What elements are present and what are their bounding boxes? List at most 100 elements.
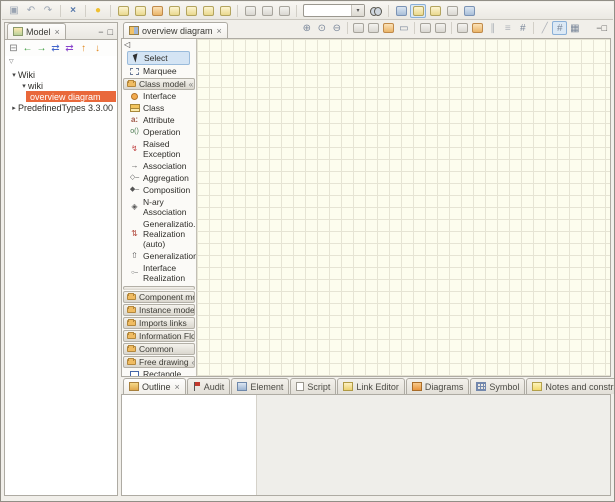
zoom-out-icon[interactable]: ⊖: [329, 21, 344, 35]
link-with-editor-icon[interactable]: [427, 4, 443, 18]
move-up-icon[interactable]: ↑: [77, 42, 90, 55]
close-icon[interactable]: ×: [217, 26, 222, 36]
move-down-icon[interactable]: ↓: [91, 42, 104, 55]
tip-lightbulb-icon[interactable]: ●: [90, 4, 106, 18]
group-pin-icon[interactable]: «: [189, 80, 193, 89]
sync-selection-icon[interactable]: ⇄: [49, 42, 62, 55]
palette-group-partial[interactable]: [123, 286, 195, 290]
close-icon[interactable]: ×: [55, 27, 60, 37]
palette-tool-select[interactable]: Select: [127, 51, 190, 65]
element-action-icon-3[interactable]: [276, 4, 292, 18]
collapse-all-icon[interactable]: ⊟: [7, 42, 20, 55]
palette-group-free-drawing[interactable]: Free drawing «: [123, 356, 195, 368]
save-image-icon[interactable]: [366, 21, 381, 35]
tree-item-overview-diagram[interactable]: overview diagram: [26, 91, 116, 102]
maximize-icon[interactable]: □: [108, 28, 113, 36]
palette-tool-generalization[interactable]: ⇧ Generalization: [122, 250, 196, 262]
tree-item-wiki-project[interactable]: ▾ Wiki: [5, 69, 117, 80]
close-icon[interactable]: ×: [175, 382, 180, 392]
model-element-icon-4[interactable]: [217, 4, 233, 18]
undo-icon[interactable]: ↶: [23, 4, 39, 18]
search-combo-input[interactable]: [304, 6, 351, 15]
export-image-icon[interactable]: [381, 21, 396, 35]
pin-toggle-icon[interactable]: [410, 4, 426, 18]
palette-tool-attribute[interactable]: a: Attribute: [122, 114, 196, 126]
hatch-grid-icon[interactable]: #: [515, 21, 530, 35]
tab-element[interactable]: Element: [231, 378, 289, 394]
tab-overview-diagram[interactable]: overview diagram ×: [123, 22, 228, 38]
element-action-icon-1[interactable]: [242, 4, 258, 18]
tab-link-editor[interactable]: Link Editor: [337, 378, 405, 394]
snap-to-grid-icon[interactable]: #: [552, 21, 567, 35]
mask-style-icon[interactable]: [418, 21, 433, 35]
align-left-icon[interactable]: [455, 21, 470, 35]
maximize-icon[interactable]: □: [602, 24, 607, 32]
tree-item-wiki-package[interactable]: ▾ wiki: [5, 80, 117, 91]
model-element-icon-2[interactable]: [183, 4, 199, 18]
tab-outline[interactable]: Outline ×: [123, 378, 186, 394]
model-element-icon-1[interactable]: [166, 4, 182, 18]
configure-tools-icon[interactable]: ×: [65, 4, 81, 18]
distribute-h-icon[interactable]: ∥: [485, 21, 500, 35]
view-menu-icon[interactable]: ▽: [9, 58, 14, 65]
palette-group-component-model[interactable]: Component mo...: [123, 291, 195, 303]
palette-tool-association[interactable]: → Association: [122, 160, 196, 172]
distribute-v-icon[interactable]: ≡: [500, 21, 515, 35]
tab-symbol[interactable]: Symbol: [470, 378, 525, 394]
show-grid-icon[interactable]: ▦: [567, 21, 582, 35]
palette-tool-generalization-realization-auto[interactable]: ⇅ Generalizatio... Realization (auto): [122, 218, 196, 250]
palette-tool-rectangle[interactable]: Rectangle: [122, 368, 196, 376]
palette-group-instance-model[interactable]: Instance model: [123, 304, 195, 316]
palette-tool-operation[interactable]: o() Operation: [122, 126, 196, 138]
combo-caret-icon[interactable]: ▾: [351, 5, 364, 16]
expander-icon[interactable]: ▸: [10, 104, 18, 112]
tree-item-predefinedtypes[interactable]: ▸ PredefinedTypes 3.3.00: [5, 102, 117, 113]
palette-group-class-model[interactable]: Class model «: [123, 78, 195, 90]
redo-icon[interactable]: ↷: [40, 4, 56, 18]
zoom-in-icon[interactable]: ⊕: [299, 21, 314, 35]
minimize-icon[interactable]: −: [98, 28, 103, 36]
palette-tool-marquee[interactable]: Marquee: [122, 65, 196, 77]
model-element-icon-3[interactable]: [200, 4, 216, 18]
palette-collapse-icon[interactable]: ◁: [124, 40, 130, 49]
palette-tool-nary-association[interactable]: ◈ N-ary Association: [122, 196, 196, 218]
sync-model-icon[interactable]: ⇄: [63, 42, 76, 55]
find-binoculars-icon[interactable]: [368, 4, 384, 18]
search-combo[interactable]: ▾: [303, 4, 365, 17]
new-diagram-icon-3[interactable]: [149, 4, 165, 18]
zoom-100-icon[interactable]: ⊙: [314, 21, 329, 35]
diagram-canvas[interactable]: [197, 39, 610, 376]
unmask-style-icon[interactable]: [433, 21, 448, 35]
palette-group-imports-links[interactable]: Imports links: [123, 317, 195, 329]
palette-tool-class[interactable]: Class: [122, 102, 196, 114]
palette-tool-interface[interactable]: Interface: [122, 90, 196, 102]
edit-style-pencil-icon[interactable]: ╱: [537, 21, 552, 35]
outline-view-content[interactable]: [122, 395, 257, 495]
tab-notes-and-constraints[interactable]: Notes and constraints: [526, 378, 615, 394]
align-top-icon[interactable]: [470, 21, 485, 35]
fit-page-icon[interactable]: ▭: [396, 21, 411, 35]
tab-script[interactable]: Script: [290, 378, 336, 394]
palette-tool-interface-realization[interactable]: ○– Interface Realization: [122, 262, 196, 284]
table-view-icon[interactable]: [461, 4, 477, 18]
save-icon[interactable]: ▣: [6, 4, 22, 18]
group-pin-icon[interactable]: «: [192, 358, 195, 367]
palette-tool-raised-exception[interactable]: ↯ Raised Exception: [122, 138, 196, 160]
palette-tool-composition[interactable]: ◆– Composition: [122, 184, 196, 196]
new-diagram-icon-2[interactable]: [132, 4, 148, 18]
palette-group-common[interactable]: Common: [123, 343, 195, 355]
palette-group-information-flow[interactable]: Information Flo...: [123, 330, 195, 342]
expander-icon[interactable]: ▾: [20, 82, 28, 90]
element-action-icon-2[interactable]: [259, 4, 275, 18]
tab-audit[interactable]: Audit: [187, 378, 231, 394]
tab-model[interactable]: Model ×: [7, 23, 66, 39]
navigate-back-icon[interactable]: ←: [21, 42, 34, 55]
palette-tool-aggregation[interactable]: ◇– Aggregation: [122, 172, 196, 184]
show-properties-icon[interactable]: [444, 4, 460, 18]
print-icon[interactable]: [351, 21, 366, 35]
expander-icon[interactable]: ▾: [10, 71, 18, 79]
new-diagram-icon-1[interactable]: [115, 4, 131, 18]
open-folder-icon[interactable]: [393, 4, 409, 18]
tab-diagrams[interactable]: Diagrams: [406, 378, 470, 394]
navigate-forward-icon[interactable]: →: [35, 42, 48, 55]
